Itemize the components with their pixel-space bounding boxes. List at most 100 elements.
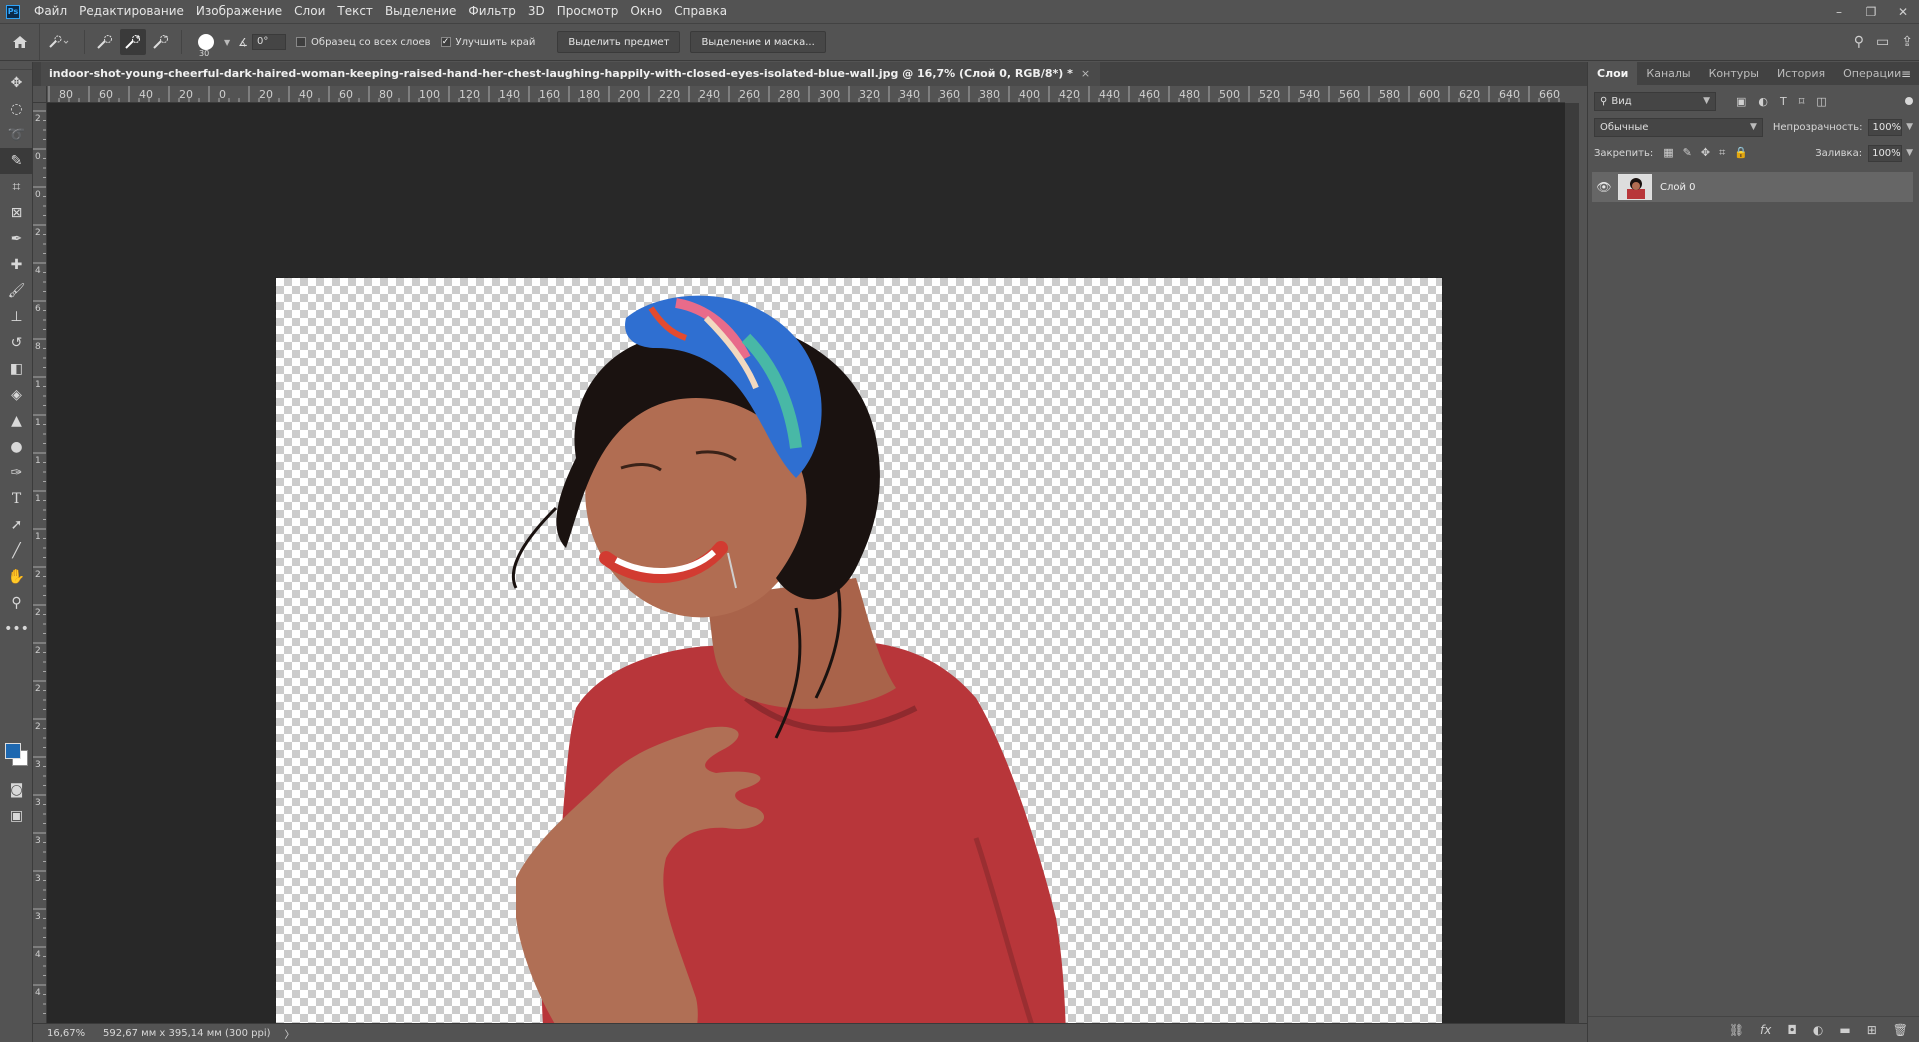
menu-layers[interactable]: Слои <box>288 0 331 23</box>
menu-select[interactable]: Выделение <box>379 0 462 23</box>
menu-help[interactable]: Справка <box>668 0 733 23</box>
foreground-color-swatch[interactable] <box>5 743 21 759</box>
close-button[interactable]: ✕ <box>1887 0 1919 23</box>
document-tab[interactable]: indoor-shot-young-cheerful-dark-haired-w… <box>41 62 1101 86</box>
type-tool-icon[interactable]: T <box>0 486 33 512</box>
screen-mode-icon[interactable]: ▣ <box>0 803 33 829</box>
lock-all-icon[interactable]: 🔒 <box>1734 146 1748 160</box>
link-layers-icon[interactable]: ⛓ <box>1729 1023 1744 1037</box>
tool-preset-picker[interactable] <box>41 29 77 55</box>
paint-bucket-tool-icon[interactable]: ◈ <box>0 382 33 408</box>
menu-type[interactable]: Текст <box>331 0 379 23</box>
lock-transparent-icon[interactable]: ▦ <box>1663 146 1673 160</box>
toolbar-grip[interactable] <box>0 62 32 70</box>
move-tool-icon[interactable]: ✥ <box>0 70 33 96</box>
ruler-corner[interactable] <box>33 86 47 103</box>
opacity-input[interactable]: 100% <box>1868 118 1903 136</box>
home-button[interactable] <box>0 24 40 60</box>
tab-actions[interactable]: Операции <box>1834 62 1910 85</box>
sample-all-layers-checkbox[interactable]: Образец со всех слоев <box>296 37 431 48</box>
photoshop-logo: Ps <box>6 4 20 19</box>
layer-style-icon[interactable]: fx <box>1760 1023 1771 1037</box>
vertical-ruler[interactable]: 2 0 0 2 4 6 8 1 1 1 1 1 2 2 2 2 2 3 3 3 3 3 4 4 <box>33 103 47 1023</box>
add-mask-icon[interactable]: ◘ <box>1787 1023 1797 1037</box>
smart-object-filter-icon[interactable]: ◫ <box>1816 95 1826 108</box>
panel-menu-icon[interactable]: ≡ <box>1901 67 1911 81</box>
frame-tool-icon[interactable]: ⊠ <box>0 200 33 226</box>
clone-stamp-tool-icon[interactable]: ⊥ <box>0 304 33 330</box>
chevron-down-icon[interactable]: ▼ <box>1906 122 1913 132</box>
menu-edit[interactable]: Редактирование <box>73 0 190 23</box>
lasso-tool-icon[interactable]: ➰ <box>0 122 33 148</box>
subtract-selection-mode[interactable] <box>148 29 174 55</box>
document-canvas[interactable] <box>275 277 1443 1042</box>
zoom-level[interactable]: 16,67% <box>33 1028 85 1039</box>
zoom-tool-icon[interactable]: ⚲ <box>0 590 33 616</box>
lock-artboard-icon[interactable]: ⌗ <box>1719 146 1725 160</box>
history-brush-tool-icon[interactable]: ↺ <box>0 330 33 356</box>
status-menu-arrow[interactable]: 〉 <box>285 1026 295 1041</box>
adjustment-layer-icon[interactable]: ◐ <box>1813 1023 1823 1037</box>
fill-input[interactable]: 100% <box>1868 144 1903 162</box>
tab-paths[interactable]: Контуры <box>1700 62 1768 85</box>
shape-filter-icon[interactable]: ⌑ <box>1799 95 1805 108</box>
angle-input[interactable]: 0° <box>252 34 287 50</box>
menu-file[interactable]: Файл <box>28 0 73 23</box>
menu-image[interactable]: Изображение <box>190 0 288 23</box>
new-group-icon[interactable]: ▬ <box>1839 1023 1850 1037</box>
new-layer-icon[interactable]: ⊞ <box>1867 1023 1877 1037</box>
select-subject-button[interactable]: Выделить предмет <box>557 31 681 53</box>
pixel-filter-icon[interactable]: ▣ <box>1736 95 1746 108</box>
dodge-tool-icon[interactable]: ● <box>0 434 33 460</box>
select-and-mask-button[interactable]: Выделение и маска... <box>690 31 826 53</box>
lock-position-icon[interactable]: ✥ <box>1701 146 1710 160</box>
tab-channels[interactable]: Каналы <box>1637 62 1699 85</box>
share-icon[interactable]: ⇪ <box>1901 34 1913 50</box>
brush-size-picker[interactable]: 30 <box>189 29 223 58</box>
add-selection-mode[interactable] <box>120 29 146 55</box>
quick-selection-tool-icon[interactable]: ✎ <box>0 148 33 174</box>
layer-filter-select[interactable]: ⚲ Вид ▼ <box>1594 91 1716 111</box>
layers-panel: Слои Каналы Контуры История Операции ≡ ⚲… <box>1587 62 1919 1042</box>
more-tools-icon[interactable]: ••• <box>0 616 33 642</box>
menu-3d[interactable]: 3D <box>522 0 551 23</box>
menu-window[interactable]: Окно <box>624 0 668 23</box>
type-filter-icon[interactable]: T <box>1780 95 1787 108</box>
close-tab-icon[interactable]: × <box>1081 67 1090 80</box>
pen-tool-icon[interactable]: ✑ <box>0 460 33 486</box>
horizontal-ruler[interactable]: 80 60 40 20 0 20 40 60 80 100 120 140 160 180 200 220 24… <box>47 86 1565 103</box>
menu-filter[interactable]: Фильтр <box>462 0 521 23</box>
path-selection-tool-icon[interactable]: ➚ <box>0 512 33 538</box>
adjustment-filter-icon[interactable]: ◐ <box>1758 95 1768 108</box>
tab-history[interactable]: История <box>1768 62 1834 85</box>
healing-brush-tool-icon[interactable]: ✚ <box>0 252 33 278</box>
crop-tool-icon[interactable]: ⌗ <box>0 174 33 200</box>
lock-image-icon[interactable]: ✎ <box>1683 146 1692 160</box>
brush-tool-icon[interactable]: 🖌 <box>0 278 33 304</box>
new-selection-mode[interactable] <box>92 29 118 55</box>
chevron-down-icon[interactable]: ▼ <box>224 38 230 47</box>
workspace-icon[interactable]: ▭ <box>1876 34 1889 50</box>
blur-tool-icon[interactable]: ▲ <box>0 408 33 434</box>
chevron-down-icon[interactable]: ▼ <box>1906 148 1913 158</box>
layer-item[interactable]: 👁 Слой 0 <box>1592 172 1913 202</box>
marquee-tool-icon[interactable]: ◌ <box>0 96 33 122</box>
minimize-button[interactable]: – <box>1823 0 1855 23</box>
canvas-area[interactable] <box>47 103 1565 1042</box>
quick-mask-icon[interactable]: ◙ <box>0 777 33 803</box>
eraser-tool-icon[interactable]: ◧ <box>0 356 33 382</box>
restore-button[interactable]: ❐ <box>1855 0 1887 23</box>
blend-mode-select[interactable]: Обычные ▼ <box>1594 117 1763 137</box>
tab-layers[interactable]: Слои <box>1588 62 1638 85</box>
eye-icon[interactable]: 👁 <box>1592 180 1616 194</box>
hand-tool-icon[interactable]: ✋ <box>0 564 33 590</box>
ruler-tick-label: 4 <box>35 988 41 998</box>
trash-icon[interactable]: 🗑 <box>1893 1023 1908 1037</box>
eyedropper-tool-icon[interactable]: ✒ <box>0 226 33 252</box>
line-tool-icon[interactable]: ╱ <box>0 538 33 564</box>
vertical-scrollbar[interactable] <box>1565 103 1579 1023</box>
enhance-edge-checkbox[interactable]: ✓ Улучшить край <box>440 37 535 48</box>
search-icon[interactable]: ⚲ <box>1854 34 1864 50</box>
menu-view[interactable]: Просмотр <box>551 0 625 23</box>
filter-toggle-icon[interactable] <box>1905 97 1913 105</box>
